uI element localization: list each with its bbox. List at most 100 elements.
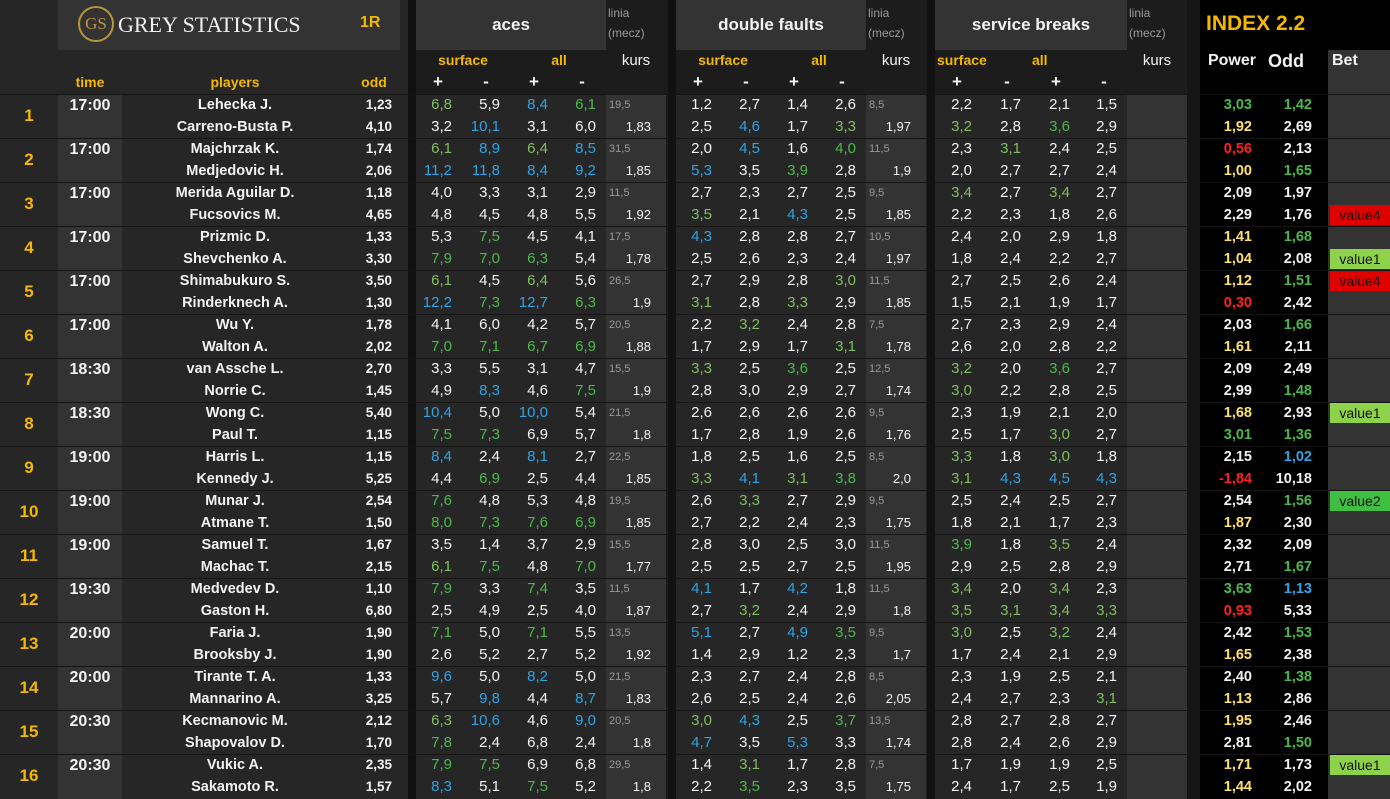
aces-value: 6,9 <box>575 514 596 531</box>
df-value: 1,2 <box>691 96 712 113</box>
aces-value: 8,4 <box>527 162 548 179</box>
sb-value: 2,1 <box>1049 96 1070 113</box>
aces-value: 7,1 <box>527 624 548 641</box>
aces-value: 9,6 <box>431 668 452 685</box>
aces-value: 6,9 <box>527 756 548 773</box>
sb-value: 1,8 <box>1049 206 1070 223</box>
df-line: 10,5 <box>869 231 891 243</box>
aces-kurs: 1,9 <box>632 383 651 398</box>
aces-value: 3,1 <box>527 360 548 377</box>
aces-value: 2,7 <box>527 646 548 663</box>
player-odd: 3,25 <box>365 691 392 706</box>
player-odd: 2,15 <box>365 559 392 574</box>
df-value: 3,7 <box>835 712 856 729</box>
df-value: 4,3 <box>691 228 712 245</box>
power-value: 2,15 <box>1223 449 1252 465</box>
player-odd: 6,80 <box>365 603 392 618</box>
player-name: Shapovalov D. <box>185 735 285 751</box>
aces-value: 4,7 <box>575 360 596 377</box>
aces-value: 6,9 <box>575 338 596 355</box>
sb-value: 2,7 <box>951 272 972 289</box>
player-name: Faria J. <box>209 625 261 641</box>
sb-value: 2,0 <box>1000 360 1021 377</box>
df-line: 9,5 <box>869 187 885 199</box>
sb-value: 1,9 <box>1049 294 1070 311</box>
player-name: Norrie C. <box>204 383 266 399</box>
sb-value: 2,7 <box>1000 162 1021 179</box>
df-value: 3,6 <box>787 360 808 377</box>
aces-value: 12,2 <box>422 294 452 311</box>
aces-value: 8,4 <box>527 96 548 113</box>
df-value: 3,3 <box>787 294 808 311</box>
df-value: 2,6 <box>835 404 856 421</box>
aces-value: 7,0 <box>431 338 452 355</box>
aces-line: 13,5 <box>609 627 631 639</box>
df-value: 2,9 <box>739 272 760 289</box>
power-value: 1,04 <box>1223 251 1252 267</box>
sb-value: 2,4 <box>1096 624 1117 641</box>
df-value: 2,4 <box>787 668 808 685</box>
df-value: 1,4 <box>787 96 808 113</box>
aces-value: 5,0 <box>479 668 500 685</box>
sb-value: 1,7 <box>951 646 972 663</box>
sb-value: 2,5 <box>1049 778 1070 795</box>
aces-value: 4,4 <box>431 470 452 487</box>
index-odd-value: 2,02 <box>1283 779 1312 795</box>
aces-value: 4,0 <box>575 602 596 619</box>
df-value: 2,5 <box>691 558 712 575</box>
player-odd: 1,33 <box>365 229 392 244</box>
index-odd-value: 2,93 <box>1283 405 1312 421</box>
index-odd-value: 1,02 <box>1283 449 1312 465</box>
power-value: 0,93 <box>1223 603 1252 619</box>
aces-line: 21,5 <box>609 407 631 419</box>
df-value: 3,1 <box>691 294 712 311</box>
df-value: 2,8 <box>739 426 760 443</box>
power-value: 1,61 <box>1223 339 1252 355</box>
sb-value: 3,6 <box>1049 118 1070 135</box>
aces-value: 6,1 <box>431 140 452 157</box>
df-value: 5,3 <box>691 162 712 179</box>
sb-value: 2,5 <box>1096 140 1117 157</box>
index-odd-value: 1,68 <box>1283 229 1312 245</box>
df-value: 2,8 <box>835 668 856 685</box>
aces-line: 17,5 <box>609 231 631 243</box>
sb-value: 2,8 <box>1000 118 1021 135</box>
brand-name: GREY STATISTICS <box>118 12 301 37</box>
sb-value: 2,3 <box>951 140 972 157</box>
df-value: 1,7 <box>787 118 808 135</box>
sb-value: 2,3 <box>1000 206 1021 223</box>
aces-value: 7,5 <box>431 426 452 443</box>
aces-value: 9,2 <box>575 162 596 179</box>
player-odd: 3,30 <box>365 251 392 266</box>
player-odd: 1,90 <box>365 647 392 662</box>
aces-value: 3,1 <box>527 184 548 201</box>
aces-value: 6,9 <box>479 470 500 487</box>
aces-value: 2,6 <box>431 646 452 663</box>
df-value: 2,7 <box>691 514 712 531</box>
match-time: 17:00 <box>69 185 111 202</box>
df-value: 2,8 <box>787 272 808 289</box>
index-odd-value: 2,08 <box>1283 251 1312 267</box>
df-value: 2,9 <box>835 492 856 509</box>
aces-value: 10,6 <box>470 712 500 729</box>
match-time: 17:00 <box>69 141 111 158</box>
df-value: 2,5 <box>787 536 808 553</box>
power-value: 0,30 <box>1223 295 1252 311</box>
aces-value: 5,5 <box>575 624 596 641</box>
aces-value: 8,4 <box>431 448 452 465</box>
df-value: 2,3 <box>835 646 856 663</box>
aces-kurs: 1,83 <box>625 119 651 134</box>
sb-value: 2,5 <box>1096 756 1117 773</box>
aces-value: 2,4 <box>479 448 500 465</box>
player-odd: 1,70 <box>365 735 392 750</box>
player-name: Medvedev D. <box>190 581 280 597</box>
df-value: 2,3 <box>739 184 760 201</box>
sb-linia-label: linia <box>1129 6 1151 20</box>
aces-value: 6,1 <box>431 272 452 289</box>
sb-value: 2,9 <box>1049 228 1070 245</box>
df-all-plus: + <box>789 72 799 91</box>
aces-value: 5,0 <box>479 404 500 421</box>
power-value: 2,09 <box>1223 185 1252 201</box>
df-kurs: 1,97 <box>885 119 911 134</box>
df-mecz-label: (mecz) <box>868 26 905 40</box>
